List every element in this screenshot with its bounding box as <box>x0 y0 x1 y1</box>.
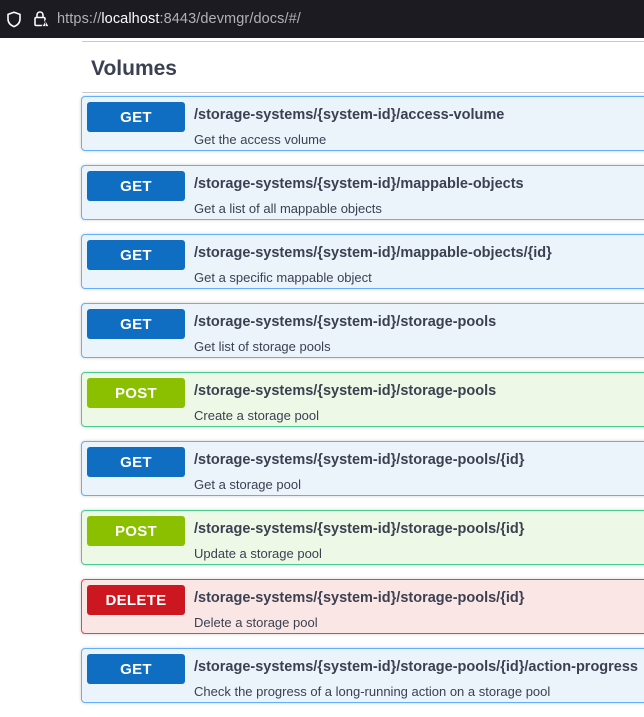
operation-path[interactable]: /storage-systems/{system-id}/mappable-ob… <box>194 245 552 261</box>
operation-block-post[interactable]: POST/storage-systems/{system-id}/storage… <box>81 510 644 565</box>
divider <box>82 41 644 42</box>
method-badge-get[interactable]: GET <box>87 447 185 477</box>
operation-block-delete[interactable]: DELETE/storage-systems/{system-id}/stora… <box>81 579 644 634</box>
operation-summary: Update a storage pool <box>194 546 322 561</box>
operation-path[interactable]: /storage-systems/{system-id}/storage-poo… <box>194 521 524 537</box>
operation-summary: Get a list of all mappable objects <box>194 201 382 216</box>
operation-path[interactable]: /storage-systems/{system-id}/access-volu… <box>194 107 504 123</box>
method-badge-get[interactable]: GET <box>87 171 185 201</box>
url-text[interactable]: https://localhost:8443/devmgr/docs/#/ <box>57 11 301 27</box>
method-badge-get[interactable]: GET <box>87 654 185 684</box>
browser-url-bar[interactable]: https://localhost:8443/devmgr/docs/#/ <box>0 0 644 38</box>
operation-path[interactable]: /storage-systems/{system-id}/storage-poo… <box>194 452 524 468</box>
method-badge-get[interactable]: GET <box>87 240 185 270</box>
method-badge-get[interactable]: GET <box>87 309 185 339</box>
operation-path[interactable]: /storage-systems/{system-id}/storage-poo… <box>194 659 638 675</box>
operation-summary: Get a specific mappable object <box>194 270 372 285</box>
operation-summary: Get the access volume <box>194 132 327 147</box>
method-badge-post[interactable]: POST <box>87 378 185 408</box>
operation-block-get[interactable]: GET/storage-systems/{system-id}/storage-… <box>81 648 644 703</box>
operation-summary: Create a storage pool <box>194 408 320 423</box>
operation-summary: Get a storage pool <box>194 477 301 492</box>
operation-path[interactable]: /storage-systems/{system-id}/storage-poo… <box>194 590 524 606</box>
operations-list: GET/storage-systems/{system-id}/access-v… <box>81 96 644 717</box>
url-host: localhost <box>101 11 160 27</box>
shield-icon[interactable] <box>5 10 23 28</box>
method-badge-post[interactable]: POST <box>87 516 185 546</box>
operation-block-get[interactable]: GET/storage-systems/{system-id}/storage-… <box>81 303 644 358</box>
operation-summary: Check the progress of a long-running act… <box>194 684 551 699</box>
url-path: :8443/devmgr/docs/#/ <box>159 11 301 27</box>
operation-block-get[interactable]: GET/storage-systems/{system-id}/storage-… <box>81 441 644 496</box>
operation-path[interactable]: /storage-systems/{system-id}/storage-poo… <box>194 314 496 330</box>
method-badge-get[interactable]: GET <box>87 102 185 132</box>
method-badge-delete[interactable]: DELETE <box>87 585 185 615</box>
url-scheme: https:// <box>57 11 102 27</box>
section-divider <box>82 92 644 93</box>
operation-summary: Get list of storage pools <box>194 339 331 354</box>
operation-block-get[interactable]: GET/storage-systems/{system-id}/access-v… <box>81 96 644 151</box>
operation-block-get[interactable]: GET/storage-systems/{system-id}/mappable… <box>81 234 644 289</box>
operation-block-get[interactable]: GET/storage-systems/{system-id}/mappable… <box>81 165 644 220</box>
lock-icon[interactable] <box>32 10 50 28</box>
operation-block-post[interactable]: POST/storage-systems/{system-id}/storage… <box>81 372 644 427</box>
section-title[interactable]: Volumes <box>91 57 177 81</box>
operation-summary: Delete a storage pool <box>194 615 318 630</box>
operation-path[interactable]: /storage-systems/{system-id}/storage-poo… <box>194 383 496 399</box>
operation-path[interactable]: /storage-systems/{system-id}/mappable-ob… <box>194 176 524 192</box>
page-content: Volumes GET/storage-systems/{system-id}/… <box>0 38 644 712</box>
